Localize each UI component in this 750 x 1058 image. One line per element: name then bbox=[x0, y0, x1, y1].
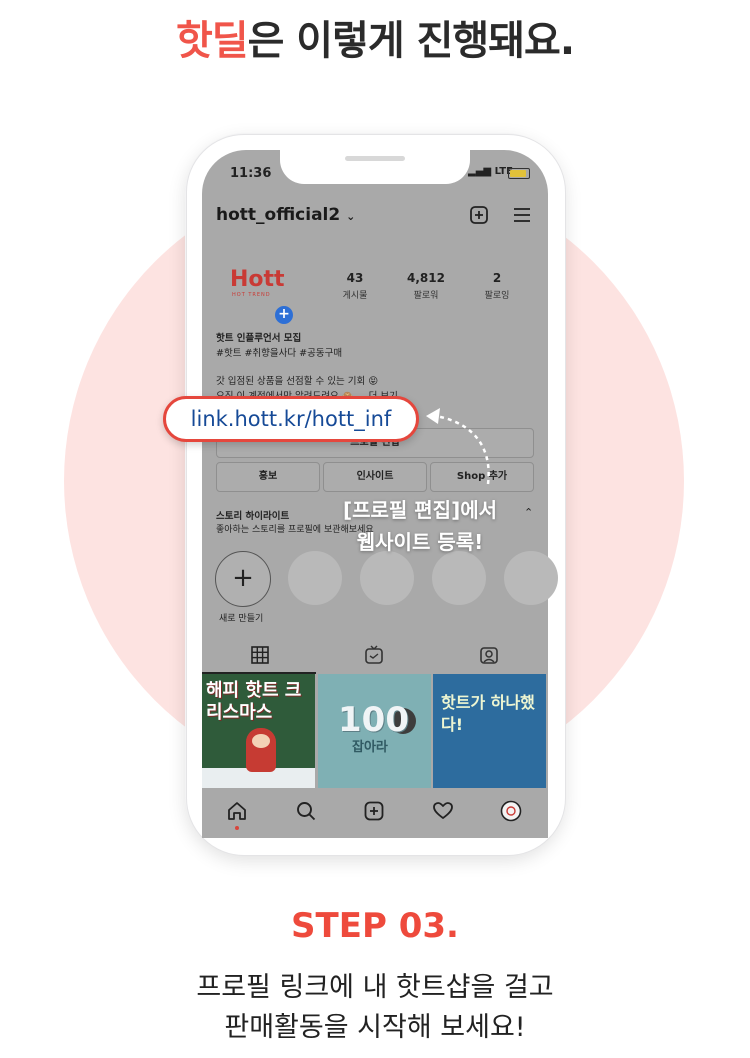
santa-face bbox=[252, 734, 270, 748]
highlights-title: 스토리 하이라이트 bbox=[216, 511, 290, 522]
create-icon[interactable] bbox=[363, 800, 385, 822]
headline-rest: 은 이렇게 진행돼요. bbox=[247, 18, 575, 64]
chevron-down-icon: ⌄ bbox=[346, 210, 356, 223]
reels-icon[interactable] bbox=[364, 645, 384, 665]
stat-following[interactable]: 2 팔로잉 bbox=[462, 271, 532, 301]
new-story-label: 새로 만들기 bbox=[219, 614, 264, 624]
stat-followers[interactable]: 4,812 팔로워 bbox=[391, 271, 461, 301]
add-post-icon[interactable] bbox=[469, 205, 489, 225]
annotation-callout: [프로필 편집]에서웹사이트 등록! bbox=[300, 494, 540, 558]
profile-logo: Hott bbox=[230, 267, 285, 292]
active-nav-dot bbox=[235, 826, 239, 830]
dashed-arrow-icon bbox=[426, 408, 490, 485]
bio-line: #핫트 #취향을사다 #공동구매 bbox=[216, 348, 343, 359]
profile-avatar-icon[interactable] bbox=[500, 800, 522, 822]
profile-logo-sub: HOT TREND bbox=[232, 292, 271, 298]
annotation-line: [프로필 편집]에서 bbox=[342, 498, 498, 522]
step-description-line: 프로필 링크에 내 핫트샵을 걸고 bbox=[196, 972, 554, 1003]
heart-icon[interactable] bbox=[432, 800, 454, 822]
insights-button[interactable]: 인사이트 bbox=[323, 462, 427, 492]
status-time: 11:36 bbox=[230, 166, 272, 181]
post-thumbnail[interactable]: 100 잡아라 bbox=[318, 674, 431, 788]
story-placeholder bbox=[360, 551, 414, 605]
profile-username[interactable]: hott_official2 ⌄ bbox=[216, 205, 355, 225]
bio-line: 갓 입점된 상품을 선점할 수 있는 기회 😝 bbox=[216, 376, 379, 387]
grid-icon[interactable] bbox=[250, 645, 270, 665]
search-icon[interactable] bbox=[295, 800, 317, 822]
stat-value: 4,812 bbox=[407, 271, 445, 285]
stat-posts[interactable]: 43 게시물 bbox=[320, 271, 390, 301]
story-placeholder bbox=[432, 551, 486, 605]
post-thumbnail[interactable]: 해피 핫트 크리스마스 bbox=[202, 674, 315, 788]
stat-value: 43 bbox=[346, 271, 364, 285]
stat-label: 팔로잉 bbox=[484, 291, 510, 301]
post-title: 해피 핫트 크리스마스 bbox=[206, 680, 302, 723]
post-subtitle: 잡아라 bbox=[352, 740, 388, 755]
promote-button[interactable]: 홍보 bbox=[216, 462, 320, 492]
new-story-button[interactable]: + bbox=[215, 551, 271, 607]
menu-icon[interactable] bbox=[512, 205, 532, 225]
page-headline: 핫딜은 이렇게 진행돼요. bbox=[0, 8, 750, 66]
phone-speaker bbox=[345, 156, 405, 161]
post-title: 100 bbox=[338, 700, 409, 740]
post-title: 핫트가 하나했다! bbox=[441, 693, 535, 734]
step-description-line: 판매활동을 시작해 보세요! bbox=[224, 1012, 526, 1043]
stat-label: 팔로워 bbox=[413, 291, 439, 301]
post-thumbnail[interactable]: 핫트가 하나했다! bbox=[433, 674, 546, 788]
stat-label: 게시물 bbox=[342, 291, 368, 301]
bio-line: 핫트 인플루언서 모집 bbox=[216, 333, 302, 344]
step-description: 프로필 링크에 내 핫트샵을 걸고판매활동을 시작해 보세요! bbox=[0, 968, 750, 1048]
tagged-icon[interactable] bbox=[479, 645, 499, 665]
profile-link[interactable]: link.hott.kr/hott_inf bbox=[163, 396, 419, 442]
step-label: STEP 03. bbox=[291, 906, 459, 946]
username-label: hott_official2 bbox=[216, 205, 341, 225]
home-icon[interactable] bbox=[226, 800, 248, 822]
annotation-line: 웹사이트 등록! bbox=[356, 530, 484, 554]
story-placeholder bbox=[504, 551, 558, 605]
battery-icon bbox=[508, 168, 530, 179]
story-placeholder bbox=[288, 551, 342, 605]
signal-icon: ▂▄▆ LTE bbox=[468, 166, 513, 177]
headline-highlight: 핫딜 bbox=[175, 18, 249, 64]
stat-value: 2 bbox=[492, 271, 502, 285]
add-story-badge-icon[interactable]: + bbox=[273, 304, 295, 326]
